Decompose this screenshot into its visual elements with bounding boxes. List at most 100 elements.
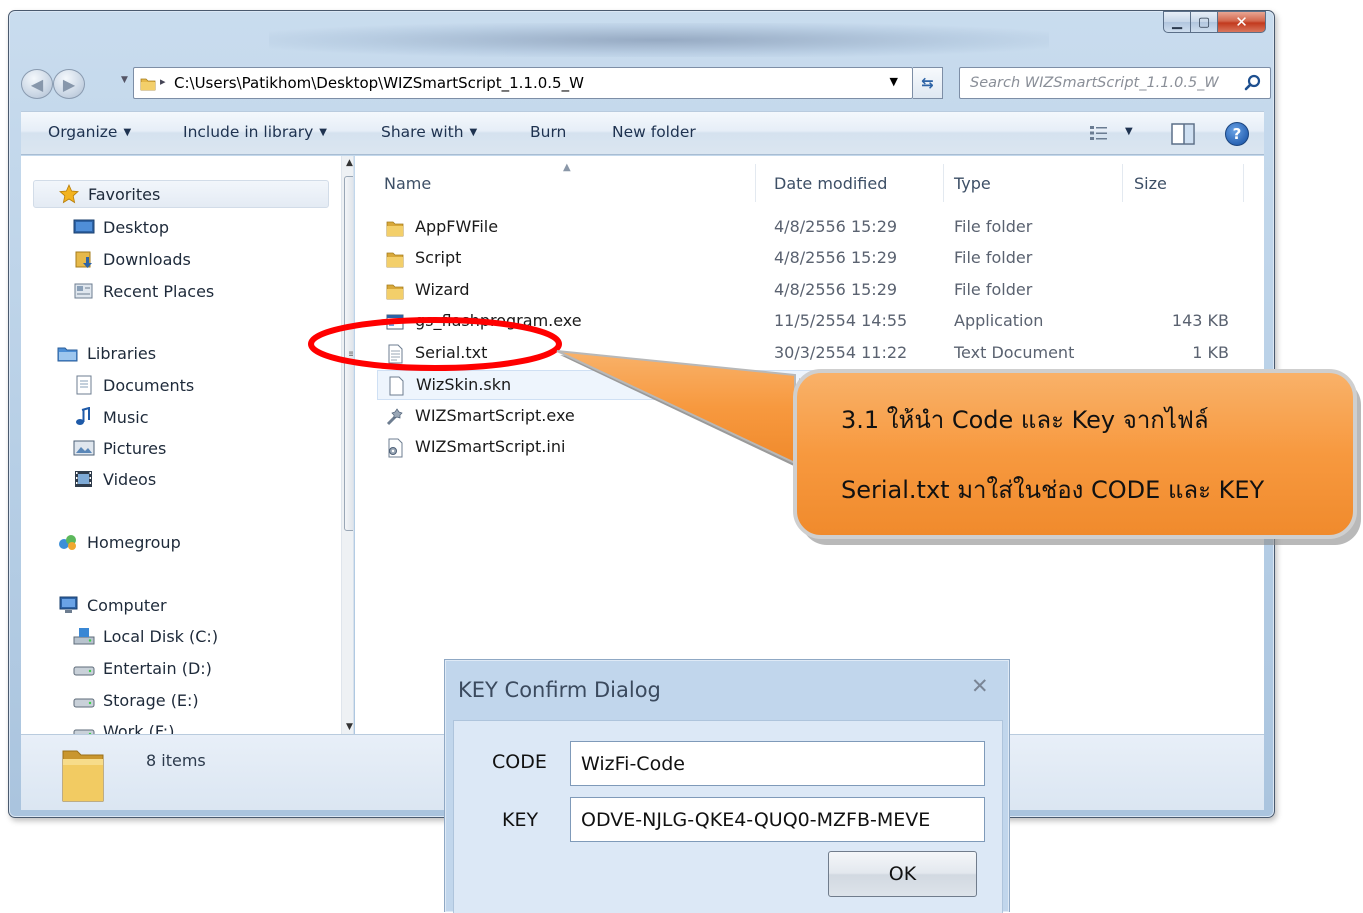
column-divider[interactable] bbox=[1122, 164, 1123, 202]
search-input[interactable] bbox=[968, 73, 1238, 93]
scrollbar-thumb[interactable]: ≡ bbox=[344, 176, 353, 531]
star-icon bbox=[59, 184, 79, 204]
include-in-library-menu[interactable]: Include in library ▼ bbox=[183, 123, 327, 141]
column-header-type[interactable]: Type bbox=[954, 174, 991, 193]
navigation-row: ◀ ▶ ▼ ▸ C:\Users\Patikhom\Desktop\WIZSma… bbox=[21, 67, 1271, 99]
file-name: gs_flashprogram.exe bbox=[415, 311, 582, 330]
search-box[interactable] bbox=[959, 67, 1271, 99]
help-icon[interactable]: ? bbox=[1225, 122, 1249, 146]
downloads-icon bbox=[75, 251, 92, 268]
column-header-size[interactable]: Size bbox=[1134, 174, 1167, 193]
organize-menu[interactable]: Organize ▼ bbox=[48, 123, 131, 141]
column-header-date-modified[interactable]: Date modified bbox=[774, 174, 887, 193]
pictures-icon bbox=[73, 440, 95, 456]
grip-icon: ≡ bbox=[348, 350, 353, 360]
file-row-selected[interactable]: WizSkin.skn 23/5/2551 bbox=[377, 370, 1237, 400]
nav-label: Local Disk (C:) bbox=[103, 626, 219, 646]
maximize-icon: ▢ bbox=[1197, 14, 1211, 30]
search-icon[interactable] bbox=[1244, 74, 1262, 92]
nav-label: Homegroup bbox=[87, 532, 181, 552]
column-divider[interactable] bbox=[1243, 164, 1244, 202]
arrow-right-icon: ▶ bbox=[62, 74, 76, 94]
burn-button[interactable]: Burn bbox=[530, 123, 566, 141]
nav-item-favorites[interactable]: Favorites bbox=[33, 180, 329, 208]
nav-item-homegroup[interactable]: Homegroup bbox=[57, 528, 181, 556]
nav-item-work-f[interactable]: Work (F:) bbox=[73, 717, 174, 734]
file-type: File folder bbox=[954, 248, 1033, 267]
nav-item-documents[interactable]: Documents bbox=[73, 371, 194, 399]
nav-item-local-disk-c[interactable]: Local Disk (C:) bbox=[73, 622, 218, 650]
recent-pages-dropdown-icon[interactable]: ▼ bbox=[121, 75, 128, 85]
file-row[interactable]: Serial.txt 30/3/2554 11:22 Text Document… bbox=[377, 339, 1237, 369]
title-bar-glow bbox=[269, 23, 1049, 57]
back-button[interactable]: ◀ bbox=[21, 69, 53, 99]
nav-item-pictures[interactable]: Pictures bbox=[73, 434, 166, 462]
close-icon: ✕ bbox=[1235, 13, 1248, 31]
file-name: Script bbox=[415, 248, 462, 267]
close-icon[interactable]: ✕ bbox=[971, 674, 989, 698]
nav-item-downloads[interactable]: Downloads bbox=[73, 245, 191, 273]
nav-item-videos[interactable]: Videos bbox=[73, 465, 156, 493]
nav-item-entertain-d[interactable]: Entertain (D:) bbox=[73, 654, 212, 682]
code-input[interactable] bbox=[570, 741, 985, 786]
recent-places-icon bbox=[74, 283, 93, 299]
item-count: 8 items bbox=[146, 751, 206, 770]
refresh-icon: ⇆ bbox=[921, 74, 934, 92]
nav-label: Computer bbox=[87, 595, 167, 615]
forward-button[interactable]: ▶ bbox=[53, 69, 85, 99]
column-header-name[interactable]: Name bbox=[384, 174, 431, 193]
file-icon bbox=[389, 376, 404, 396]
file-row[interactable]: Wizard 4/8/2556 15:29 File folder bbox=[377, 276, 1237, 306]
file-size: 1 KB bbox=[1192, 343, 1229, 362]
nav-item-libraries[interactable]: Libraries bbox=[57, 339, 156, 367]
view-options-dropdown-icon[interactable]: ▼ bbox=[1125, 126, 1133, 137]
scroll-up-icon[interactable]: ▲ bbox=[346, 158, 353, 168]
folder-icon bbox=[386, 284, 404, 300]
refresh-button[interactable]: ⇆ bbox=[913, 67, 943, 99]
address-path[interactable]: C:\Users\Patikhom\Desktop\WIZSmartScript… bbox=[174, 74, 584, 92]
share-with-menu[interactable]: Share with ▼ bbox=[381, 123, 477, 141]
navigation-pane: Favorites Desktop Downloads Recent Place… bbox=[21, 156, 354, 734]
nav-label: Documents bbox=[103, 375, 195, 395]
folder-icon bbox=[140, 78, 156, 91]
address-bar[interactable]: ▸ C:\Users\Patikhom\Desktop\WIZSmartScri… bbox=[133, 67, 913, 99]
file-name: WizSkin.skn bbox=[416, 375, 512, 394]
callout-text-line-1: 3.1 ให้นำ Code และ Key จากไฟล์ bbox=[841, 406, 1209, 434]
file-row[interactable]: gs_flashprogram.exe 11/5/2554 14:55 Appl… bbox=[377, 307, 1237, 337]
column-divider[interactable] bbox=[755, 164, 756, 202]
nav-item-computer[interactable]: Computer bbox=[57, 591, 167, 619]
videos-icon bbox=[75, 471, 92, 487]
file-date: 4/8/2556 15:29 bbox=[774, 280, 898, 299]
scroll-down-icon[interactable]: ▼ bbox=[346, 722, 353, 732]
nav-label: Entertain (D:) bbox=[103, 658, 212, 678]
sort-ascending-icon: ▲ bbox=[563, 162, 571, 173]
nav-item-desktop[interactable]: Desktop bbox=[73, 213, 169, 241]
file-row[interactable]: AppFWFile 4/8/2556 15:29 File folder bbox=[377, 213, 1237, 243]
file-list: ▲ Name Date modified Type Size AppFWFile… bbox=[355, 156, 1264, 734]
column-divider[interactable] bbox=[943, 164, 944, 202]
file-row[interactable]: Script 4/8/2556 15:29 File folder bbox=[377, 244, 1237, 274]
ok-button[interactable]: OK bbox=[828, 851, 977, 897]
nav-pane-scrollbar[interactable]: ▲ ≡ ▼ bbox=[341, 156, 353, 734]
nav-item-storage-e[interactable]: Storage (E:) bbox=[73, 686, 199, 714]
minimize-button[interactable]: ▁ bbox=[1163, 11, 1191, 33]
maximize-button[interactable]: ▢ bbox=[1191, 11, 1218, 33]
application-icon bbox=[386, 314, 404, 330]
computer-icon bbox=[59, 596, 78, 613]
chevron-right-icon[interactable]: ▸ bbox=[160, 75, 166, 88]
nav-label: Desktop bbox=[103, 217, 169, 237]
close-button[interactable]: ✕ bbox=[1218, 11, 1266, 33]
address-history-dropdown-icon[interactable]: ▼ bbox=[890, 75, 898, 88]
nav-label: Videos bbox=[103, 469, 157, 489]
caret-down-icon: ▼ bbox=[319, 127, 327, 138]
change-view-icon[interactable] bbox=[1089, 124, 1109, 142]
nav-item-music[interactable]: Music bbox=[73, 403, 149, 431]
callout-text-line-2: Serial.txt มาใส่ในช่อง CODE และ KEY bbox=[841, 476, 1265, 504]
file-size: 143 KB bbox=[1171, 311, 1229, 330]
nav-item-recent-places[interactable]: Recent Places bbox=[73, 277, 214, 305]
preview-pane-icon[interactable] bbox=[1171, 123, 1195, 145]
new-folder-button[interactable]: New folder bbox=[612, 123, 696, 141]
system-drive-icon bbox=[73, 628, 95, 645]
ini-file-icon bbox=[388, 438, 403, 458]
key-input[interactable] bbox=[570, 797, 985, 842]
